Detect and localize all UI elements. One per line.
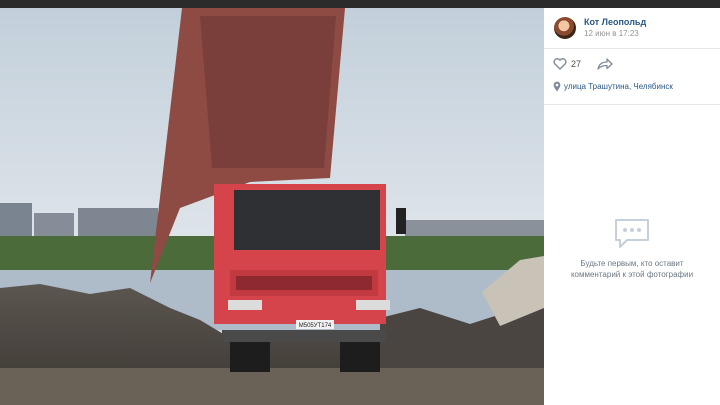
post-sidebar: Кот Леопольд 12 июн в 17:23 27 улица Тра… xyxy=(544,8,720,405)
top-bar xyxy=(0,0,720,8)
location-link[interactable]: улица Трашутина, Челябинск xyxy=(564,82,673,91)
empty-comments-line-1: Будьте первым, кто оставит xyxy=(580,259,684,268)
photo-image: М505УТ174 xyxy=(0,8,544,405)
empty-comments-line-2: комментарий к этой фотографии xyxy=(570,270,694,279)
license-plate: М505УТ174 xyxy=(299,323,332,329)
chat-bubble-icon xyxy=(615,219,649,248)
share-arrow-icon[interactable] xyxy=(597,58,613,70)
author-name[interactable]: Кот Леопольд xyxy=(584,17,646,27)
map-pin-icon xyxy=(553,81,561,92)
like-count: 27 xyxy=(571,59,582,69)
author-block: Кот Леопольд 12 июн в 17:23 xyxy=(544,8,720,49)
location-row: улица Трашутина, Челябинск xyxy=(544,76,720,105)
post-actions: 27 xyxy=(544,48,720,76)
avatar[interactable] xyxy=(554,17,576,39)
post-date[interactable]: 12 июн в 17:23 xyxy=(584,29,639,38)
heart-icon[interactable] xyxy=(553,58,567,70)
photo-viewer[interactable]: М505УТ174 xyxy=(0,8,544,405)
comments-empty-state: Будьте первым, кто оставит комментарий к… xyxy=(544,218,720,280)
